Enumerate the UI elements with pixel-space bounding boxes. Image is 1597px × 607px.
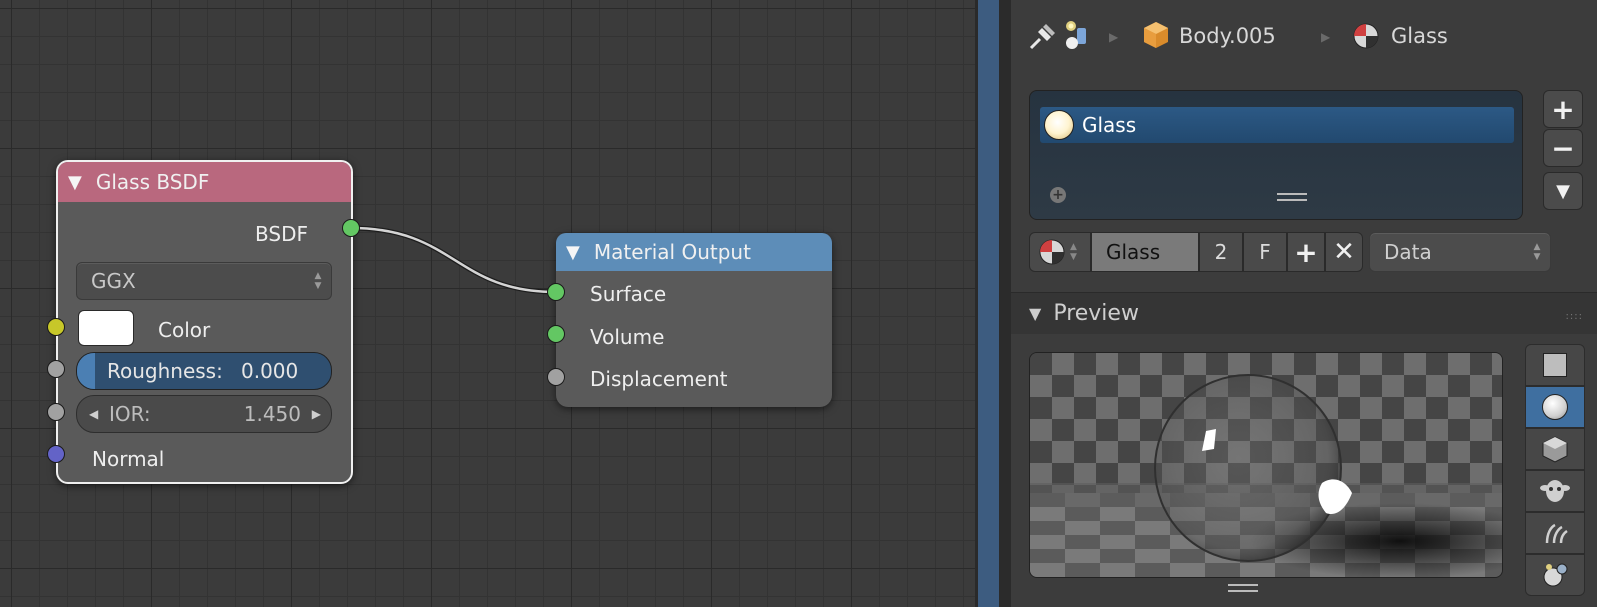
new-material-button[interactable]: + <box>1287 232 1325 272</box>
preview-resize-handle-icon[interactable] <box>1228 584 1258 592</box>
breadcrumb-arrow-icon: ▶ <box>1321 30 1331 44</box>
preview-hair-button[interactable] <box>1525 512 1585 554</box>
displacement-label: Displacement <box>590 367 728 391</box>
link-mode-dropdown[interactable]: Data ▲ ▼ <box>1369 232 1551 272</box>
material-icon <box>1039 239 1065 265</box>
browse-material-button[interactable]: ▲ ▼ <box>1029 232 1091 272</box>
surface-input-socket[interactable] <box>547 283 565 301</box>
hair-icon <box>1545 523 1568 544</box>
collapse-triangle-icon[interactable]: ▼ <box>566 242 580 263</box>
ior-value: 1.450 <box>243 402 301 426</box>
ior-field[interactable]: ◀ IOR: 1.450 ▶ <box>76 395 332 433</box>
normal-input-socket[interactable] <box>47 445 65 463</box>
user-count-button[interactable]: 2 <box>1199 232 1243 272</box>
preview-panel-title: Preview <box>1053 301 1139 326</box>
volume-label: Volume <box>590 325 665 349</box>
material-slot-list[interactable]: Glass + <box>1029 90 1523 220</box>
node-title: Glass BSDF <box>95 170 210 194</box>
bsdf-output-socket[interactable] <box>342 219 360 237</box>
color-input-socket[interactable] <box>47 318 65 336</box>
material-name: Glass <box>1391 24 1448 48</box>
color-swatch[interactable] <box>78 310 134 346</box>
increment-arrow-icon[interactable]: ▶ <box>312 407 321 421</box>
scene-data-icon[interactable] <box>1061 18 1091 56</box>
preview-world-button[interactable] <box>1525 554 1585 596</box>
decrement-arrow-icon[interactable]: ◀ <box>89 407 98 421</box>
context-breadcrumb: ▶ Body.005 ▶ Glass <box>1011 0 1597 76</box>
distribution-value: GGX <box>91 269 136 293</box>
unlink-material-button[interactable]: ✕ <box>1325 232 1363 272</box>
object-name: Body.005 <box>1179 24 1276 48</box>
preview-cube-button[interactable] <box>1525 428 1585 470</box>
slot-specials-button[interactable]: ▼ <box>1543 172 1583 210</box>
roughness-fill <box>77 353 95 389</box>
volume-input-socket[interactable] <box>547 325 565 343</box>
properties-editor: ▶ Body.005 ▶ Glass Glass + + − ▼ ▲ ▼ Gla… <box>1011 0 1597 607</box>
roughness-slider[interactable]: Roughness: 0.000 <box>76 352 332 390</box>
collapse-triangle-icon[interactable]: ▼ <box>1029 304 1041 323</box>
breadcrumb-arrow-icon: ▶ <box>1109 30 1119 44</box>
ior-label: IOR: <box>109 402 151 426</box>
preview-flat-button[interactable] <box>1525 344 1585 386</box>
updown-arrows-icon: ▲ ▼ <box>1533 242 1541 262</box>
preview-panel-header[interactable]: ▼ Preview :::: <box>1011 292 1597 334</box>
area-splitter[interactable] <box>975 0 1011 607</box>
add-filter-icon[interactable]: + <box>1050 187 1066 203</box>
pin-icon[interactable] <box>1027 22 1057 56</box>
color-label: Color <box>158 318 211 342</box>
flat-plane-icon <box>1543 353 1567 377</box>
fake-user-button[interactable]: F <box>1243 232 1287 272</box>
material-preview-render <box>1029 352 1503 578</box>
material-slot-item[interactable]: Glass <box>1040 107 1514 143</box>
updown-arrows-icon: ▲ ▼ <box>314 271 322 291</box>
sphere-icon <box>1542 394 1568 420</box>
material-output-header[interactable]: ▼ Material Output <box>556 233 832 271</box>
material-name-field[interactable]: Glass <box>1091 232 1199 272</box>
distribution-dropdown[interactable]: GGX ▲ ▼ <box>76 262 332 300</box>
node-editor[interactable]: ▼ Glass BSDF BSDF GGX ▲ ▼ Color Roughness… <box>0 0 975 607</box>
material-preview-icon <box>1044 110 1074 140</box>
object-cube-icon <box>1142 20 1170 54</box>
collapse-triangle-icon[interactable]: ▼ <box>68 172 82 193</box>
node-title: Material Output <box>593 240 751 264</box>
remove-slot-button[interactable]: − <box>1543 129 1583 167</box>
bsdf-output-label: BSDF <box>255 222 308 246</box>
preview-monkey-button[interactable] <box>1525 470 1585 512</box>
preview-sphere-button[interactable] <box>1525 386 1585 428</box>
glass-bsdf-node[interactable]: ▼ Glass BSDF BSDF GGX ▲ ▼ Color Roughness… <box>56 160 353 484</box>
surface-label: Surface <box>590 282 667 306</box>
roughness-label: Roughness: <box>107 359 223 383</box>
material-icon <box>1352 22 1380 54</box>
resize-handle-icon[interactable] <box>1277 193 1307 201</box>
roughness-value: 0.000 <box>241 359 299 383</box>
material-slot-label: Glass <box>1082 113 1137 137</box>
drag-grip-icon[interactable]: :::: <box>1566 311 1583 322</box>
displacement-input-socket[interactable] <box>547 368 565 386</box>
material-datablock-selector: ▲ ▼ Glass 2 F + ✕ <box>1029 232 1363 272</box>
ior-input-socket[interactable] <box>47 403 65 421</box>
sphere-bg-icon <box>1543 563 1568 587</box>
roughness-input-socket[interactable] <box>47 360 65 378</box>
monkey-icon <box>1540 480 1570 502</box>
material-output-node[interactable]: ▼ Material Output Surface Volume Displac… <box>556 233 832 407</box>
normal-label: Normal <box>92 447 165 471</box>
cube-icon <box>1542 436 1568 463</box>
add-slot-button[interactable]: + <box>1543 90 1583 128</box>
glass-bsdf-header[interactable]: ▼ Glass BSDF <box>58 162 351 202</box>
